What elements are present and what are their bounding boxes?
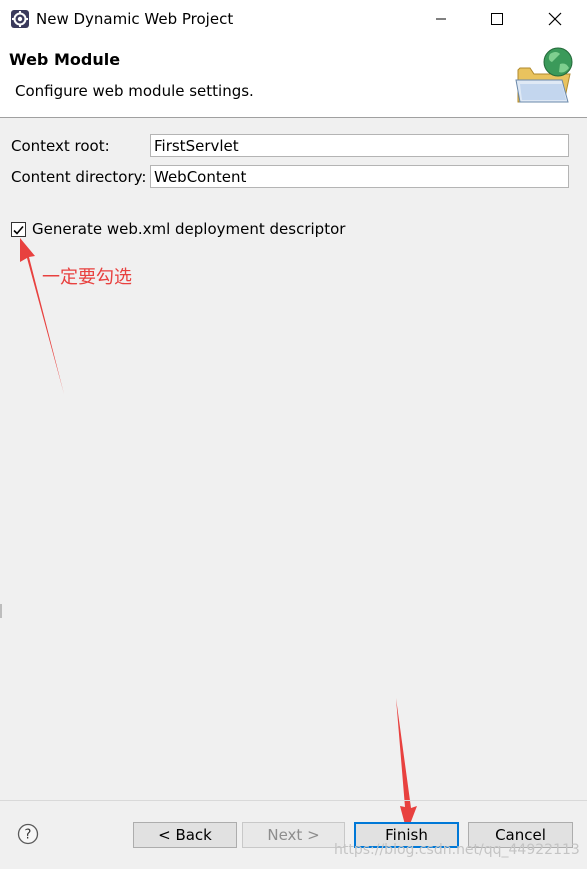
- context-root-label: Context root:: [11, 137, 110, 155]
- resize-mark: [0, 604, 2, 618]
- eclipse-icon: [11, 10, 29, 28]
- footer-separator: [0, 800, 587, 801]
- minimize-icon[interactable]: [418, 0, 464, 38]
- window-title: New Dynamic Web Project: [36, 10, 234, 28]
- maximize-icon[interactable]: [474, 0, 520, 38]
- checkmark-icon: [13, 225, 24, 235]
- context-root-input[interactable]: [150, 134, 569, 157]
- annotation-note: 一定要勾选: [42, 267, 132, 288]
- content-directory-label: Content directory:: [11, 168, 147, 186]
- wizard-header: Web Module Configure web module settings…: [0, 38, 587, 118]
- generate-descriptor-label[interactable]: Generate web.xml deployment descriptor: [32, 220, 345, 238]
- title-bar: New Dynamic Web Project: [0, 0, 587, 39]
- next-button[interactable]: Next >: [242, 822, 345, 848]
- generate-descriptor-checkbox[interactable]: [11, 222, 26, 237]
- help-icon[interactable]: ?: [17, 823, 39, 845]
- watermark: https://blog.csdn.net/qq_44922113: [334, 842, 580, 858]
- annotation-arrow-finish: [396, 698, 417, 832]
- close-icon[interactable]: [532, 0, 578, 38]
- back-button[interactable]: < Back: [133, 822, 237, 848]
- annotation-arrow-checkbox: [20, 238, 64, 394]
- page-description: Configure web module settings.: [15, 82, 254, 100]
- page-title: Web Module: [9, 50, 121, 69]
- svg-text:?: ?: [25, 828, 32, 843]
- folder-globe-icon: [515, 47, 573, 103]
- content-directory-input[interactable]: [150, 165, 569, 188]
- annotation-arrows: [20, 238, 417, 832]
